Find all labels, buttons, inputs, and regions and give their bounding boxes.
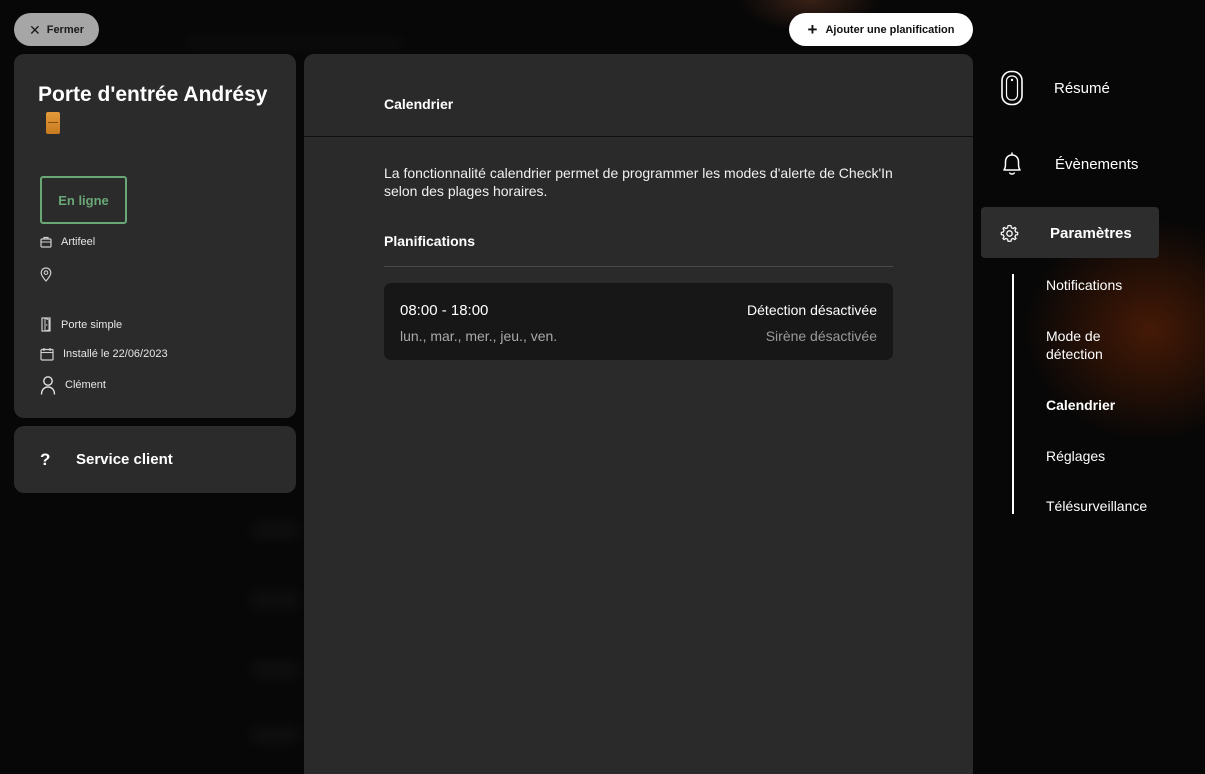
location-pin-icon — [40, 267, 52, 282]
door-icon — [46, 112, 60, 134]
schedule-time: 08:00 - 18:00 — [400, 302, 489, 319]
submenu-item-calendar[interactable]: Calendrier — [1046, 396, 1176, 414]
device-icon — [1001, 70, 1023, 106]
schedule-siren-status: Sirène désactivée — [765, 328, 877, 344]
calendar-description: La fonctionnalité calendrier permet de p… — [384, 165, 893, 199]
submenu-item-notifications[interactable]: Notifications — [1046, 276, 1176, 294]
background-blur — [250, 725, 300, 745]
background-blur — [250, 520, 300, 540]
schedule-item[interactable]: 08:00 - 18:00 lun., mar., mer., jeu., ve… — [384, 283, 893, 360]
user-icon — [40, 376, 56, 395]
customer-service-button[interactable]: ? Service client — [14, 426, 296, 493]
background-blur — [185, 38, 405, 48]
close-icon: ✕ — [28, 21, 41, 38]
nav-label-summary: Résumé — [1054, 79, 1110, 97]
add-schedule-label: Ajouter une planification — [825, 23, 955, 36]
background-blur — [250, 660, 300, 680]
gear-icon — [1000, 224, 1019, 242]
add-schedule-button[interactable]: + Ajouter une planification — [789, 13, 973, 46]
installed-date: Installé le 22/06/2023 — [63, 348, 168, 360]
customer-service-label: Service client — [76, 451, 173, 468]
main-panel: Calendrier La fonctionnalité calendrier … — [304, 54, 973, 774]
submenu-item-detection-mode[interactable]: Mode de détection — [1046, 327, 1136, 363]
door-type-text: Porte simple — [61, 318, 123, 331]
submenu-item-remote-monitoring[interactable]: Télésurveillance — [1046, 497, 1176, 515]
info-row-organization: Artifeel — [40, 236, 95, 248]
nav-item-summary[interactable]: Résumé — [1000, 70, 1110, 106]
info-row-location — [40, 267, 61, 282]
bell-icon — [1003, 152, 1021, 175]
schedule-detection-status: Détection désactivée — [747, 302, 877, 318]
door-type-icon — [41, 317, 51, 332]
nav-label-events: Évènements — [1055, 155, 1139, 173]
submenu-item-settings[interactable]: Réglages — [1046, 447, 1176, 465]
info-row-installed: Installé le 22/06/2023 — [40, 347, 168, 361]
briefcase-icon — [40, 236, 52, 248]
nav-item-events[interactable]: Évènements — [1000, 150, 1138, 178]
page-title: Calendrier — [384, 96, 454, 112]
schedule-days: lun., mar., mer., jeu., ven. — [400, 328, 558, 344]
close-button[interactable]: ✕ Fermer — [14, 13, 99, 46]
device-title: Porte d'entrée Andrésy — [38, 80, 278, 140]
app-root: ✕ Fermer + Ajouter une planification Por… — [0, 0, 1205, 774]
close-button-label: Fermer — [46, 23, 85, 36]
calendar-icon — [40, 348, 54, 361]
help-icon: ? — [40, 449, 51, 469]
schedules-section-title: Planifications — [384, 233, 476, 249]
info-row-door-type: Porte simple — [40, 317, 122, 332]
nav-label-settings: Paramètres — [1050, 224, 1132, 242]
status-badge: En ligne — [40, 176, 127, 224]
user-name: Clément — [65, 379, 106, 391]
nav-item-settings[interactable]: Paramètres — [1000, 222, 1132, 244]
section-divider — [384, 266, 893, 267]
plus-icon: + — [807, 20, 818, 39]
device-card: Porte d'entrée Andrésy En ligne Artifeel — [14, 54, 296, 418]
main-header: Calendrier — [304, 54, 973, 137]
submenu-line — [1012, 274, 1014, 514]
info-row-user: Clément — [40, 375, 106, 395]
background-blur — [250, 590, 300, 610]
device-name: Porte d'entrée Andrésy — [38, 83, 268, 106]
organization-name: Artifeel — [61, 236, 96, 248]
